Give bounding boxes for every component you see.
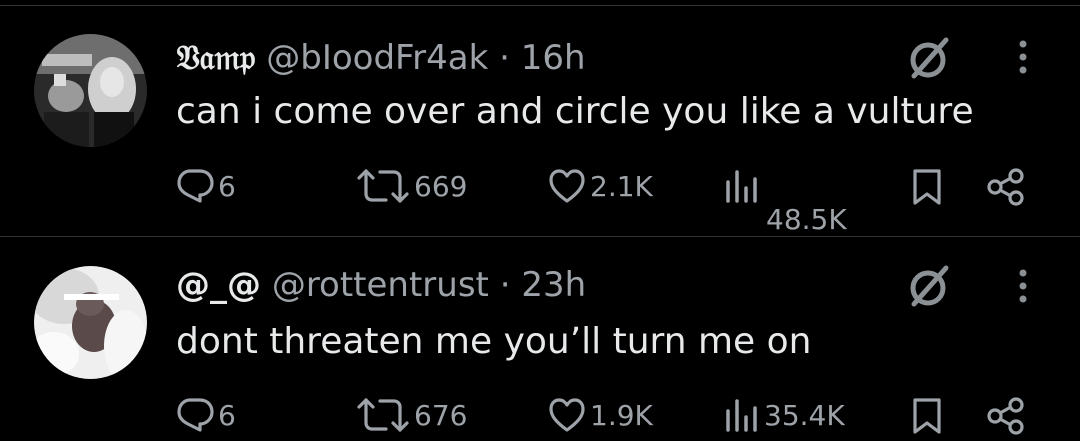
- views-count: 35.4K: [764, 398, 845, 432]
- share-button[interactable]: [986, 397, 1026, 435]
- views-count: 48.5K: [766, 203, 847, 236]
- timestamp[interactable]: 16h: [521, 38, 586, 78]
- bookmark-button[interactable]: [910, 397, 944, 435]
- avatar[interactable]: [34, 34, 147, 147]
- like-count: 1.9K: [590, 398, 653, 432]
- reply-count: 6: [218, 398, 236, 432]
- views-button[interactable]: 35.4K: [722, 397, 845, 433]
- grok-icon[interactable]: [904, 262, 952, 310]
- more-icon[interactable]: [1010, 267, 1036, 307]
- user-handle[interactable]: @rottentrust: [272, 265, 489, 305]
- repost-button[interactable]: 676: [356, 397, 467, 433]
- views-button[interactable]: [722, 168, 760, 204]
- separator-dot: ·: [499, 265, 511, 305]
- display-name[interactable]: 𝔙𝔞𝔪𝔭: [176, 38, 255, 78]
- separator-dot: ·: [499, 38, 510, 78]
- avatar[interactable]: [34, 266, 147, 379]
- share-icon: [987, 397, 1024, 435]
- bookmark-icon: [913, 169, 941, 205]
- repost-icon: [357, 169, 409, 203]
- reply-count: 6: [218, 169, 236, 203]
- like-button[interactable]: 2.1K: [548, 168, 653, 204]
- more-icon[interactable]: [1010, 38, 1036, 78]
- reply-icon: [177, 169, 214, 203]
- like-icon: [549, 398, 585, 432]
- views-icon: [726, 170, 757, 203]
- repost-count: 669: [414, 169, 468, 203]
- like-button[interactable]: 1.9K: [548, 397, 653, 433]
- reply-button[interactable]: 6: [176, 397, 236, 433]
- tweet[interactable]: 𝔙𝔞𝔪𝔭 @bIoodFr4ak · 16h can i come over a…: [0, 0, 1080, 236]
- reply-button[interactable]: 6: [176, 168, 236, 204]
- user-handle[interactable]: @bIoodFr4ak: [266, 38, 488, 78]
- timestamp[interactable]: 23h: [521, 265, 586, 305]
- bookmark-icon: [913, 398, 941, 434]
- tweet-text: dont threaten me you’ll turn me on: [176, 321, 812, 362]
- reply-icon: [177, 398, 214, 432]
- share-icon: [987, 168, 1024, 206]
- repost-button[interactable]: 669: [356, 168, 467, 204]
- like-count: 2.1K: [590, 169, 653, 203]
- display-name[interactable]: @_@: [176, 265, 261, 305]
- repost-count: 676: [414, 398, 468, 432]
- repost-icon: [357, 398, 409, 432]
- bookmark-button[interactable]: [910, 168, 944, 206]
- tweet-header: 𝔙𝔞𝔪𝔭 @bIoodFr4ak · 16h: [176, 38, 586, 78]
- views-icon: [726, 399, 757, 432]
- tweet-text: can i come over and circle you like a vu…: [176, 91, 974, 132]
- share-button[interactable]: [986, 168, 1026, 206]
- tweet-header: @_@ @rottentrust · 23h: [176, 265, 586, 305]
- grok-icon[interactable]: [904, 34, 952, 82]
- like-icon: [549, 169, 585, 203]
